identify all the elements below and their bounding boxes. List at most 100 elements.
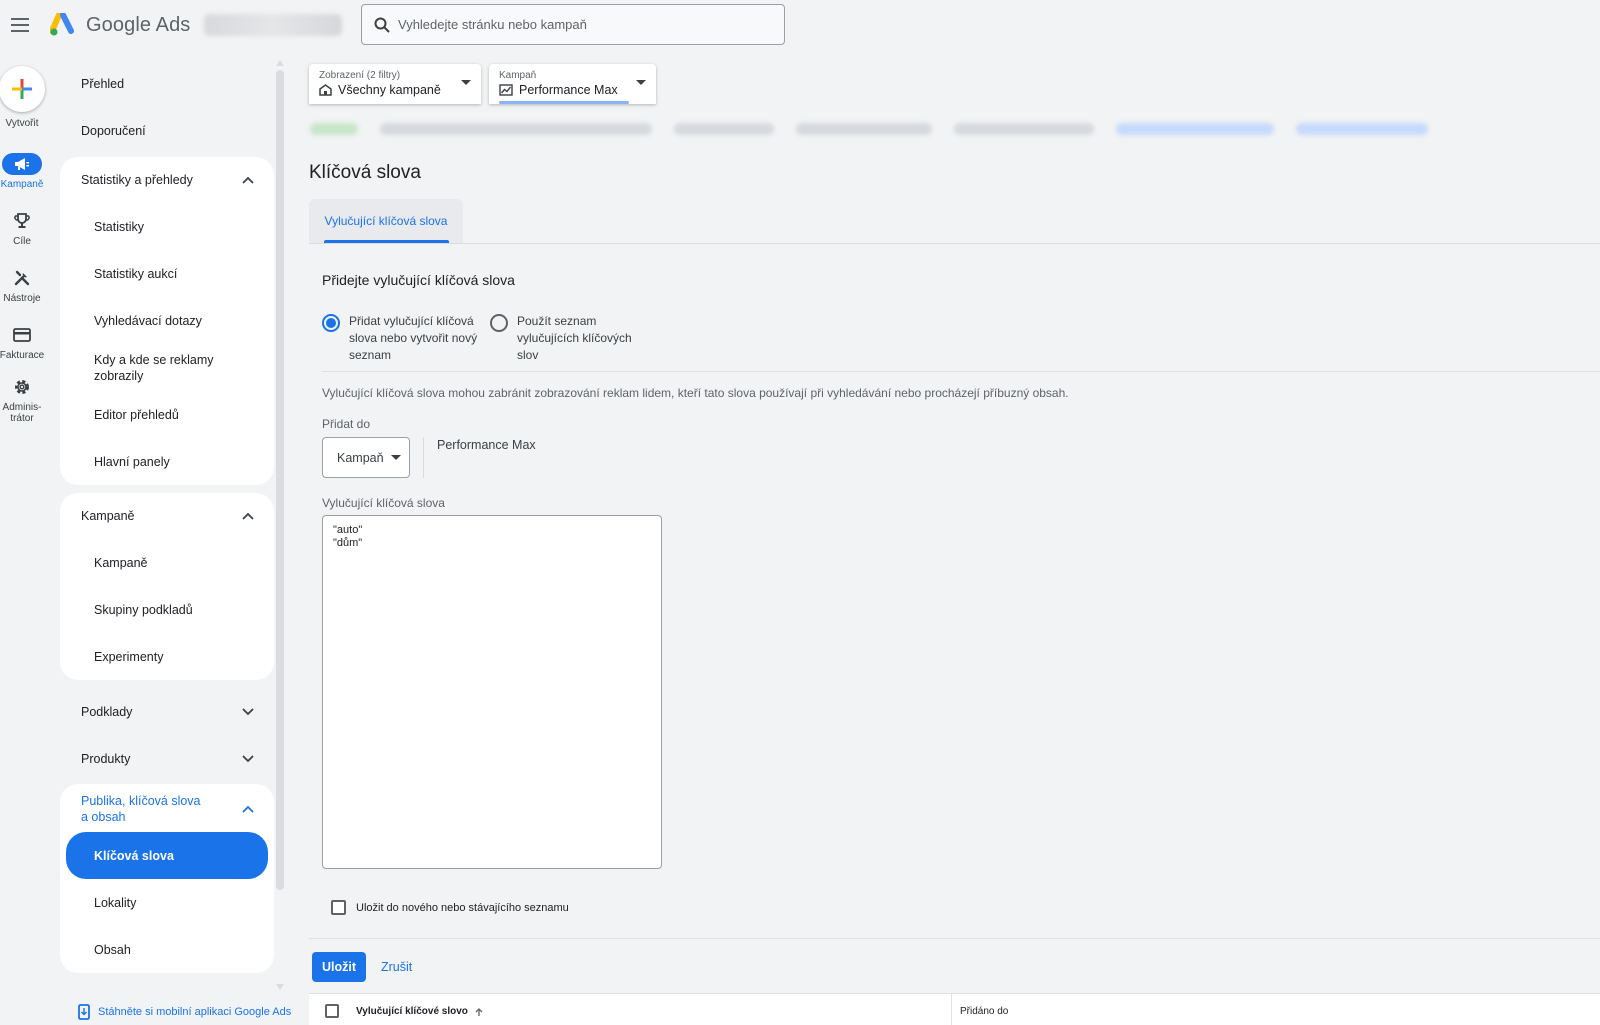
save-to-list-checkbox[interactable] bbox=[331, 900, 346, 915]
nav-campaigns-item[interactable]: Experimenty bbox=[60, 633, 274, 680]
nav-audiences-item[interactable]: Lokality bbox=[60, 879, 274, 926]
rail-tools[interactable]: Nástroje bbox=[0, 267, 44, 304]
campaign-filter-value-row: Performance Max bbox=[499, 83, 646, 97]
mobile-app-link-text: Stáhněte si mobilní aplikaci Google Ads bbox=[98, 1006, 292, 1018]
plus-icon bbox=[12, 79, 32, 99]
radio-add-new-line3: seznam bbox=[349, 348, 392, 362]
radio-use-list[interactable]: Použít seznam vylučujících klíčových slo… bbox=[490, 313, 632, 364]
nav-campaigns-label: Kampaně bbox=[81, 509, 135, 523]
nav-audiences-label-1: Publika, klíčová slova bbox=[81, 794, 201, 808]
radio-use-list-label: Použít seznam vylučujících klíčových slo… bbox=[517, 313, 632, 364]
nav-recommendations[interactable]: Doporučení bbox=[60, 107, 274, 154]
rail-admin-label-2: trátor bbox=[10, 413, 34, 424]
column-header-keyword[interactable]: Vylučující klíčové slovo bbox=[356, 1006, 484, 1017]
chevron-up-icon bbox=[242, 805, 254, 813]
save-button[interactable]: Uložit bbox=[312, 952, 366, 982]
nav-products-label: Produkty bbox=[81, 751, 131, 766]
redacted-text bbox=[796, 123, 932, 135]
nav-insights-item-label: Kdy a kde se reklamy zobrazily bbox=[94, 352, 214, 383]
rail-billing[interactable]: Fakturace bbox=[0, 324, 44, 361]
dropdown-caret-icon bbox=[636, 80, 646, 85]
google-ads-logo[interactable]: Google Ads bbox=[50, 13, 190, 37]
nav-insights-item[interactable]: Statistiky bbox=[60, 203, 274, 250]
rail-campaigns-label: Kampaně bbox=[0, 179, 44, 190]
google-ads-logo-icon bbox=[50, 13, 74, 36]
radio-use-list-line3: slov bbox=[517, 348, 539, 362]
menu-button[interactable] bbox=[0, 5, 40, 45]
nav-group-insights: Statistiky a přehledy Statistiky Statist… bbox=[60, 157, 274, 485]
rail-campaigns[interactable]: Kampaně bbox=[0, 153, 44, 190]
nav-campaigns-header[interactable]: Kampaně bbox=[60, 493, 274, 539]
cancel-button[interactable]: Zrušit bbox=[381, 952, 412, 982]
nav-group-campaigns: Kampaně Kampaně Skupiny podkladů Experim… bbox=[60, 493, 274, 680]
view-filter[interactable]: Zobrazení (2 filtry) Všechny kampaně bbox=[309, 64, 481, 104]
credit-card-icon bbox=[13, 328, 31, 342]
nav-campaigns-item[interactable]: Skupiny podkladů bbox=[60, 586, 274, 633]
tab-negative-keywords[interactable]: Vylučující klíčová slova bbox=[309, 199, 463, 243]
chevron-down-icon bbox=[242, 707, 254, 715]
keywords-label: Vylučující klíčová slova bbox=[322, 496, 445, 510]
chevron-up-icon bbox=[242, 176, 254, 184]
save-to-list-checkbox-row[interactable]: Uložit do nového nebo stávajícího seznam… bbox=[331, 900, 569, 915]
nav-products[interactable]: Produkty bbox=[60, 735, 274, 782]
chevron-up-icon bbox=[242, 512, 254, 520]
sidebar-nav: Přehled Doporučení Statistiky a přehledy… bbox=[60, 60, 274, 995]
dropdown-caret-icon bbox=[390, 454, 401, 460]
view-filter-label: Zobrazení (2 filtry) bbox=[319, 70, 401, 81]
scroll-up-icon bbox=[276, 60, 284, 66]
redacted-text bbox=[954, 123, 1094, 135]
column-separator bbox=[951, 994, 952, 1025]
rail-goals[interactable]: Cíle bbox=[0, 210, 44, 247]
radio-button-selected[interactable] bbox=[322, 314, 340, 332]
nav-keywords-selected[interactable]: Klíčová slova bbox=[66, 832, 268, 879]
nav-campaigns-item[interactable]: Kampaně bbox=[60, 539, 274, 586]
rail-tools-pill bbox=[2, 267, 42, 289]
rail-create[interactable]: Vytvořit bbox=[0, 66, 45, 129]
mobile-app-link[interactable]: Stáhněte si mobilní aplikaci Google Ads bbox=[78, 1004, 291, 1020]
gear-icon bbox=[15, 380, 29, 394]
nav-insights-header[interactable]: Statistiky a přehledy bbox=[60, 157, 274, 203]
radio-button[interactable] bbox=[490, 314, 508, 332]
tab-negative-keywords-label: Vylučující klíčová slova bbox=[324, 214, 448, 228]
nav-assets-label: Podklady bbox=[81, 704, 133, 719]
nav-insights-item[interactable]: Vyhledávací dotazy bbox=[60, 297, 274, 344]
radio-add-new-line2: slova nebo vytvořit nový bbox=[349, 331, 478, 345]
description-text: Vylučující klíčová slova mohou zabránit … bbox=[322, 386, 1069, 400]
campaign-filter[interactable]: Kampaň Performance Max bbox=[489, 64, 656, 104]
column-header-keyword-label: Vylučující klíčové slovo bbox=[356, 1006, 468, 1017]
nav-insights-item[interactable]: Editor přehledů bbox=[60, 391, 274, 438]
add-to-select[interactable]: Kampaň bbox=[322, 437, 410, 478]
add-to-label: Přidat do bbox=[322, 417, 371, 431]
nav-audiences-header[interactable]: Publika, klíčová slova a obsah bbox=[60, 784, 274, 832]
nav-insights-item[interactable]: Kdy a kde se reklamy zobrazily bbox=[60, 344, 274, 391]
nav-insights-item[interactable]: Hlavní panely bbox=[60, 438, 274, 485]
radio-add-new[interactable]: Přidat vylučující klíčová slova nebo vyt… bbox=[322, 313, 477, 364]
search-box[interactable] bbox=[361, 4, 785, 45]
create-button[interactable] bbox=[0, 66, 45, 112]
search-icon bbox=[374, 17, 390, 33]
rail-create-label: Vytvořit bbox=[5, 118, 39, 129]
rail-admin-pill bbox=[2, 376, 42, 398]
campaign-filter-value: Performance Max bbox=[519, 83, 618, 97]
rail-admin[interactable]: Adminis- trátor bbox=[0, 376, 44, 424]
rail-campaigns-pill bbox=[2, 153, 42, 175]
column-header-added-to[interactable]: Přidáno do bbox=[960, 1006, 1008, 1017]
sidebar-scroll-thumb[interactable] bbox=[276, 70, 284, 890]
nav-insights-item[interactable]: Statistiky aukcí bbox=[60, 250, 274, 297]
sidebar-scrollbar[interactable] bbox=[276, 60, 284, 990]
save-to-list-label: Uložit do nového nebo stávajícího seznam… bbox=[356, 901, 569, 914]
redacted-link bbox=[1296, 123, 1428, 135]
rail-billing-label: Fakturace bbox=[0, 350, 45, 361]
redacted-text bbox=[380, 123, 652, 135]
keywords-textarea[interactable] bbox=[322, 515, 662, 869]
divider bbox=[322, 371, 1600, 372]
rail-tools-label: Nástroje bbox=[3, 293, 41, 304]
nav-assets[interactable]: Podklady bbox=[60, 688, 274, 735]
view-filter-value: Všechny kampaně bbox=[338, 83, 441, 97]
select-all-checkbox[interactable] bbox=[325, 1004, 339, 1018]
nav-overview[interactable]: Přehled bbox=[60, 60, 274, 107]
performance-chart-icon bbox=[499, 84, 513, 96]
nav-audiences-item[interactable]: Obsah bbox=[60, 926, 274, 973]
campaign-filter-label: Kampaň bbox=[499, 70, 537, 81]
search-input[interactable] bbox=[398, 17, 758, 32]
